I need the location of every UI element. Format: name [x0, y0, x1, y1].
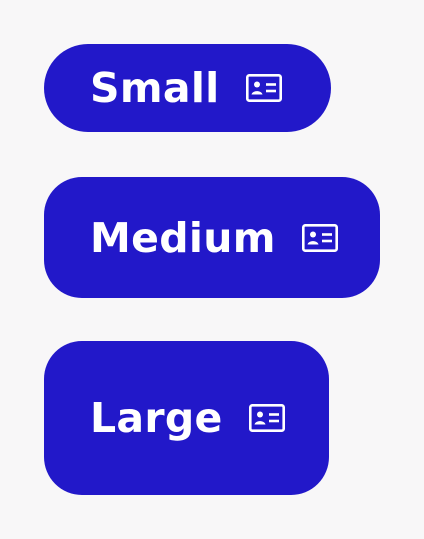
large-button-label: Large [90, 394, 223, 442]
contact-card-icon [245, 74, 282, 102]
contact-card-icon [248, 404, 285, 432]
contact-card-icon [301, 223, 338, 252]
medium-button-label: Medium [90, 213, 276, 262]
small-button-label: Small [90, 64, 220, 112]
medium-button[interactable]: Medium [44, 177, 380, 298]
large-button[interactable]: Large [44, 341, 329, 495]
small-button[interactable]: Small [44, 44, 331, 132]
